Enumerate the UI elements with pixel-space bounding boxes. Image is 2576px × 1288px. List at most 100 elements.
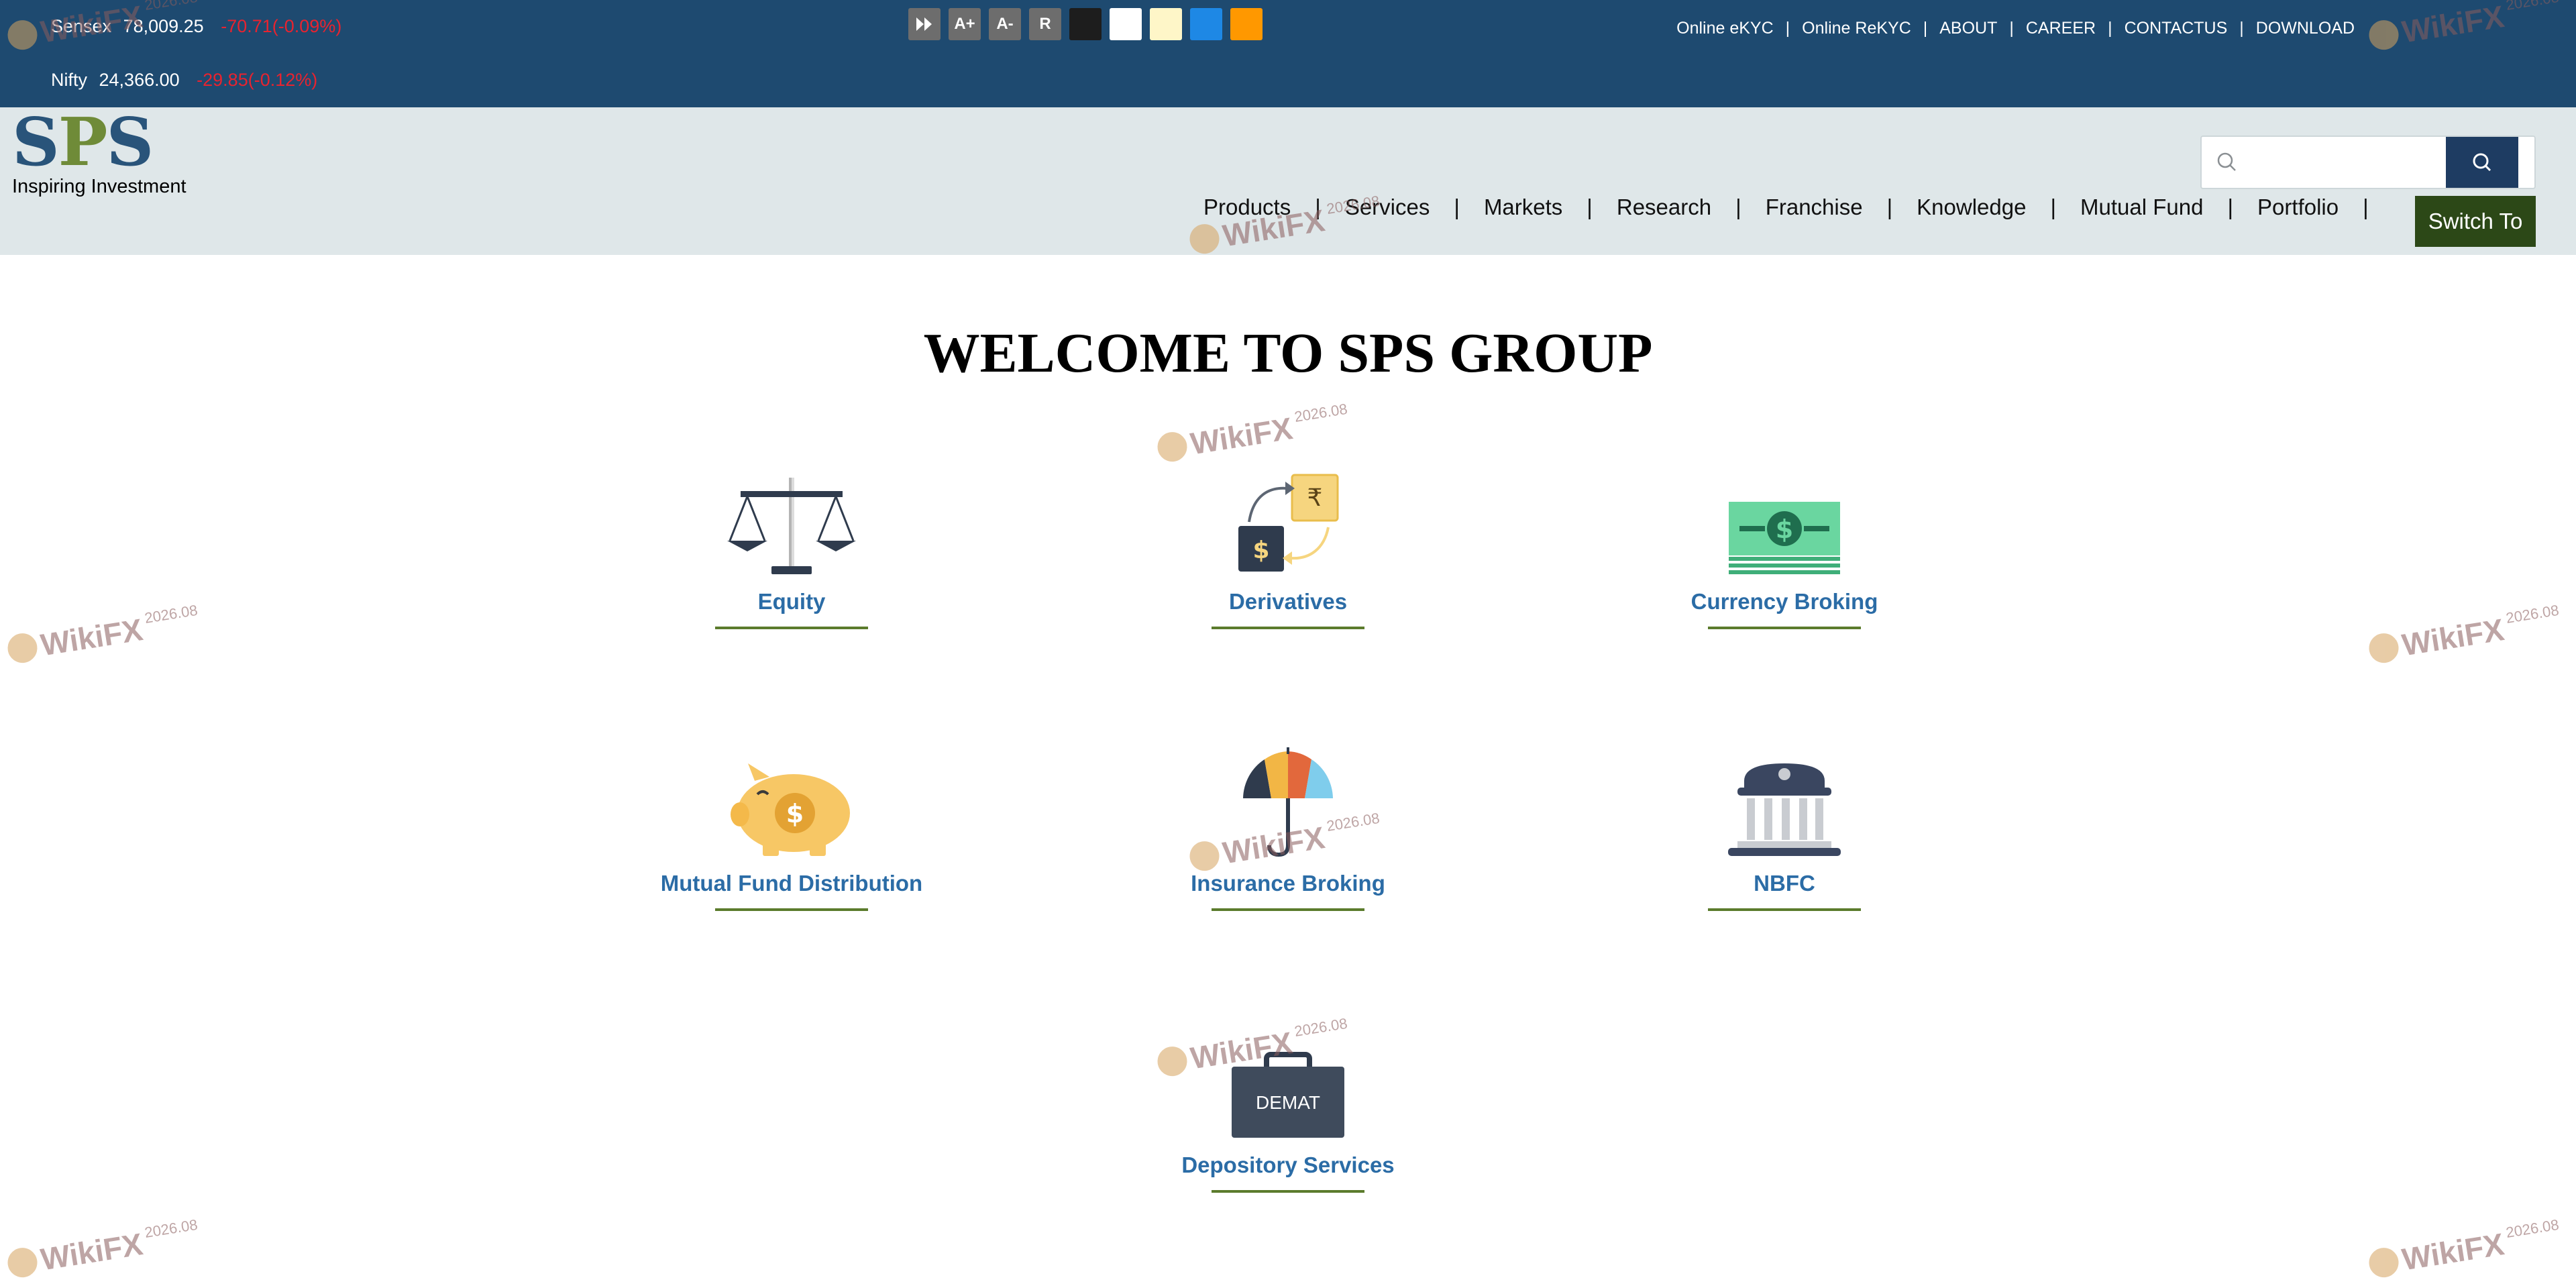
service-card-equity[interactable]: Equity (604, 470, 979, 629)
theme-swatch-white[interactable] (1110, 8, 1142, 40)
separator: | (1886, 195, 1893, 219)
wikifx-logo-icon (5, 1245, 40, 1280)
separator: | (1454, 195, 1460, 219)
watermark-year: 2026.08 (143, 1216, 199, 1241)
wikifx-logo-icon (1187, 221, 1222, 256)
service-card-mutual-fund-distribution[interactable]: $ Mutual Fund Distribution (604, 751, 979, 911)
ticker-nifty-change: -29.85(-0.12%) (197, 70, 318, 90)
link-contactus[interactable]: CONTACTUS (2125, 19, 2228, 38)
watermark-year: 2026.08 (1293, 400, 1349, 425)
watermark-text: WikiFX (38, 1226, 146, 1277)
link-online-rekyc[interactable]: Online ReKYC (1802, 19, 1911, 38)
watermark-year: 2026.08 (2504, 0, 2561, 13)
demat-label: DEMAT (1256, 1092, 1320, 1113)
nav-item-franchise[interactable]: Franchise (1766, 195, 1863, 220)
theme-swatch-cream[interactable] (1150, 8, 1182, 40)
page-title: WELCOME TO SPS GROUP (923, 322, 1653, 384)
watermark-year: 2026.08 (1293, 1014, 1349, 1040)
title-underline (715, 908, 868, 911)
bank-building-icon (1597, 751, 1972, 859)
separator: | (1735, 195, 1741, 219)
watermark-year: 2026.08 (2504, 1216, 2561, 1241)
watermark-year: 2026.08 (143, 601, 199, 627)
svg-text:₹: ₹ (1307, 484, 1323, 512)
link-download[interactable]: DOWNLOAD (2256, 19, 2355, 38)
separator: | (2227, 195, 2234, 219)
font-increase-button[interactable]: A+ (949, 8, 981, 40)
watermark-year: 2026.08 (2504, 601, 2561, 627)
search-input[interactable] (2251, 145, 2479, 180)
search-icon (2217, 152, 2236, 171)
sps-logo[interactable]: SPS (12, 110, 154, 176)
title-underline (1212, 1190, 1364, 1193)
logo-letter-s: S (12, 104, 60, 181)
ticker-sensex-change: -70.71(-0.09%) (221, 16, 342, 36)
watermark-text: WikiFX (1188, 411, 1295, 462)
switch-to-button[interactable]: Switch To (2415, 196, 2536, 247)
service-card-derivatives[interactable]: ₹ $ Derivatives (1100, 470, 1476, 629)
watermark: WikiFX 2026.08 (5, 1216, 202, 1283)
logo-letter-s: S (106, 104, 154, 181)
separator: | (2363, 195, 2369, 219)
svg-text:$: $ (1776, 515, 1793, 544)
nav-item-knowledge[interactable]: Knowledge (1917, 195, 2026, 220)
ticker-nifty-value: 24,366.00 (99, 70, 180, 90)
watermark-text: WikiFX (2400, 1226, 2507, 1277)
search-icon (2473, 153, 2491, 172)
title-underline (1708, 627, 1861, 629)
wikifx-logo-icon (5, 631, 40, 665)
nav-item-research[interactable]: Research (1617, 195, 1711, 220)
nav-item-markets[interactable]: Markets (1484, 195, 1562, 220)
title-underline (1212, 908, 1364, 911)
nav-item-portfolio[interactable]: Portfolio (2257, 195, 2339, 220)
title-underline (1708, 908, 1861, 911)
font-reset-button[interactable]: R (1029, 8, 1061, 40)
watermark-year: 2026.08 (143, 0, 199, 13)
wikifx-logo-icon (5, 17, 40, 52)
service-title[interactable]: Mutual Fund Distribution (604, 871, 979, 896)
scale-icon (604, 470, 979, 577)
watermark-text: WikiFX (2400, 612, 2507, 663)
service-card-nbfc[interactable]: NBFC (1597, 751, 1972, 911)
title-underline (715, 627, 868, 629)
separator: | (1587, 195, 1593, 219)
wikifx-logo-icon (1155, 1044, 1189, 1079)
piggy-bank-icon: $ (604, 751, 979, 859)
search-button[interactable] (2446, 137, 2518, 188)
watermark: WikiFX 2026.08 (5, 602, 202, 668)
wikifx-logo-icon (2367, 1245, 2401, 1280)
font-decrease-button[interactable]: A- (989, 8, 1021, 40)
ticker-nifty-label: Nifty (51, 70, 87, 90)
link-about[interactable]: ABOUT (1939, 19, 1997, 38)
watermark-text: WikiFX (38, 612, 146, 663)
service-title[interactable]: Depository Services (1100, 1152, 1476, 1178)
banknote-icon: $ (1597, 470, 1972, 577)
watermark: WikiFX 2026.08 (1155, 400, 1352, 467)
separator: | (2239, 19, 2244, 38)
svg-text:$: $ (1252, 537, 1269, 564)
separator: | (1785, 19, 1790, 38)
wikifx-logo-icon (2367, 631, 2401, 665)
wikifx-logo-icon (1155, 429, 1189, 464)
wikifx-logo-icon (1187, 839, 1222, 873)
link-career[interactable]: CAREER (2026, 19, 2096, 38)
service-title[interactable]: Equity (604, 589, 979, 614)
nav-item-mutual-fund[interactable]: Mutual Fund (2080, 195, 2203, 220)
logo-tagline: Inspiring Investment (12, 176, 186, 197)
service-card-currency-broking[interactable]: $ Currency Broking (1597, 470, 1972, 629)
theme-swatch-dark[interactable] (1069, 8, 1102, 40)
theme-swatch-orange[interactable] (1230, 8, 1263, 40)
service-title[interactable]: Insurance Broking (1100, 871, 1476, 896)
service-title[interactable]: NBFC (1597, 871, 1972, 896)
theme-swatch-blue[interactable] (1190, 8, 1222, 40)
link-online-ekyc[interactable]: Online eKYC (1676, 19, 1774, 38)
ticker-nifty: Nifty 24,366.00 -29.85(-0.12%) (51, 70, 317, 91)
fast-forward-icon (916, 17, 932, 31)
skip-content-button[interactable] (908, 8, 941, 40)
title-underline (1212, 627, 1364, 629)
separator: | (1923, 19, 1928, 38)
wikifx-logo-icon (2367, 17, 2401, 52)
service-title[interactable]: Derivatives (1100, 589, 1476, 614)
logo-letter-p: P (58, 104, 108, 181)
service-title[interactable]: Currency Broking (1597, 589, 1972, 614)
